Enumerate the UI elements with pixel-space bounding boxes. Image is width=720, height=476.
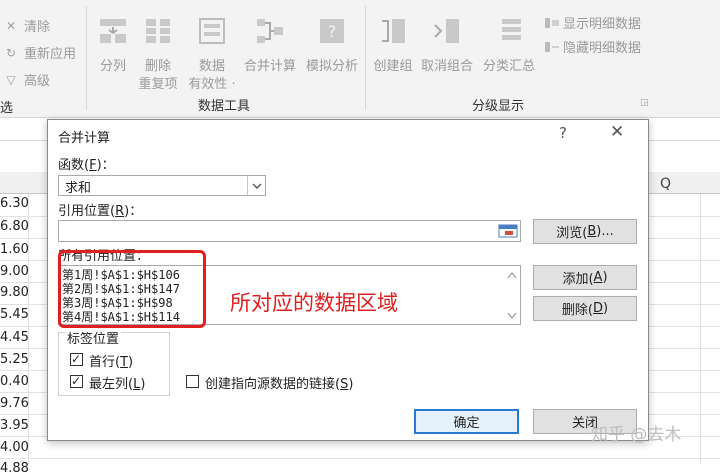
delete-button[interactable]: 删除(D) [533,296,637,321]
function-select[interactable]: 求和 [58,175,266,196]
cell-value[interactable]: 1.60 [0,242,29,257]
hide-detail-button[interactable]: 隐藏明细数据 [544,37,641,56]
add-button[interactable]: 添加(A) [533,265,637,290]
show-detail-icon [545,17,559,28]
chevron-down-icon[interactable] [247,176,265,195]
group-button[interactable]: 创建组 [370,16,416,76]
clear-icon: ✕ [5,18,17,33]
reapply-icon: ↻ [5,45,17,60]
cell-value[interactable]: 9.80 [0,285,29,300]
remove-duplicates-icon [146,19,170,43]
subtotal-icon [502,19,521,40]
cell-value[interactable]: 9.76 [0,396,29,411]
advanced-filter-button[interactable]: ▽ 高级 [0,66,84,93]
cell-value[interactable]: 6.30 [0,196,29,211]
left-column-checkbox[interactable]: ✓ [70,374,83,388]
create-links-label: 创建指向源数据的链接(S) [205,377,354,392]
top-row-checkbox[interactable]: ✓ [70,352,83,366]
what-if-analysis-button[interactable]: ? 模拟分析 [302,16,362,76]
ungroup-button[interactable]: 取消组合 [418,16,476,76]
range-select-icon[interactable] [498,224,518,238]
consolidate-icon [257,19,283,43]
cell-value[interactable]: 5.25 [0,352,29,367]
hide-detail-icon [545,41,559,52]
reference-input[interactable] [58,220,521,242]
data-validation-icon [199,18,225,44]
data-validation-button[interactable]: 数据 有效性 · [186,16,238,94]
ribbon: ✕ 清除 ↻ 重新应用 ▽ 高级 选 分列 删除 重复项 数据 有效性 · 合并… [0,0,720,118]
cell-value[interactable]: 3.95 [0,418,29,433]
group-label-sort-filter: 选 [0,101,14,116]
clear-filter-button[interactable]: ✕ 清除 [0,12,84,39]
cell-value[interactable]: 5.45 [0,307,29,322]
checkmark-icon: ✓ [71,374,82,388]
help-button[interactable]: ? [559,124,567,142]
cell-value[interactable]: 4.88 [0,461,29,476]
browse-button[interactable]: 浏览(B)... [533,219,637,244]
scroll-down-icon[interactable] [507,312,517,320]
close-icon[interactable]: ✕ [610,122,624,142]
svg-text:?: ? [328,22,337,41]
grid-line [28,194,29,464]
cell-value[interactable]: 0.40 [0,374,29,389]
dialog-launcher-icon[interactable]: ◲ [640,98,649,108]
ok-button[interactable]: 确定 [414,409,519,434]
group-icon [382,19,405,43]
remove-duplicates-button[interactable]: 删除 重复项 [136,16,180,94]
reapply-filter-button[interactable]: ↻ 重新应用 [0,39,84,66]
ribbon-separator [86,6,87,110]
highlight-box [58,250,206,328]
left-column-label: 最左列(L) [89,377,146,392]
ribbon-separator [365,6,366,110]
label-position-title: 标签位置 [65,328,122,347]
dialog-title: 合并计算 [58,131,111,146]
function-label: 函数(F)： [58,158,115,173]
ungroup-icon [434,19,459,43]
cell-value[interactable]: 9.00 [0,264,29,279]
cell-value[interactable]: 4.00 [0,440,29,455]
scroll-up-icon[interactable] [507,271,517,279]
cell-value[interactable]: 4.45 [0,330,29,345]
reference-label: 引用位置(R)： [58,204,143,219]
checkmark-icon: ✓ [71,352,82,366]
group-label-data-tools: 数据工具 [198,99,251,114]
cell-value[interactable]: 6.80 [0,219,29,234]
column-header-q[interactable]: Q [660,176,671,192]
text-to-columns-button[interactable]: 分列 [96,16,130,76]
grid-line [0,458,720,459]
advanced-filter-icon: ▽ [6,72,16,87]
sort-filter-group: ✕ 清除 ↻ 重新应用 ▽ 高级 选 [0,12,84,117]
group-label-outline: 分级显示 [472,99,525,114]
text-to-columns-icon [100,19,126,43]
watermark: 知乎 @去木 [591,425,682,445]
top-row-label: 首行(T) [89,355,134,370]
what-if-analysis-icon: ? [320,19,344,43]
consolidate-button[interactable]: 合并计算 [240,16,300,76]
subtotal-button[interactable]: 分类汇总 [478,16,540,76]
grid-line [700,194,701,464]
create-links-checkbox[interactable] [186,375,199,388]
annotation-text: 所对应的数据区域 [230,291,398,315]
show-detail-button[interactable]: 显示明细数据 [544,13,641,32]
